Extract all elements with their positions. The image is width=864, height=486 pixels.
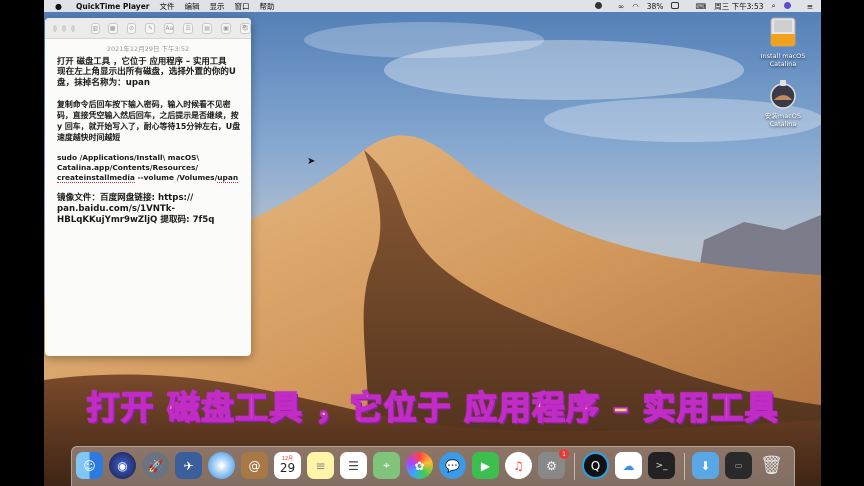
notification-badge: 1 bbox=[559, 449, 569, 459]
note-line: 复制命令后回车按下输入密码，输入时候看不见密码，直接凭空输入然后回车，之后提示是… bbox=[57, 100, 241, 142]
notes-toolbar: ▥ ▦ ⊘ ✎ Aa ☰ ▤ ▣ ☺ » bbox=[45, 18, 251, 39]
checklist-icon[interactable]: ☰ bbox=[183, 22, 194, 34]
menu-edit[interactable]: 编辑 bbox=[184, 1, 199, 12]
dock: ☺ ◉ 🚀 ✈ ✧ @ 12月 29 ≡ ☰ ⌖ ✿ 💬 ▶ ♫ ⚙ 1 Q ☁ … bbox=[71, 446, 795, 486]
delete-icon[interactable]: ⊘ bbox=[126, 22, 137, 34]
disk-image-icon bbox=[770, 17, 796, 47]
desktop-icon-label: Install macOS bbox=[760, 52, 806, 60]
note-line: 现在左上角显示出所有磁盘，选择外置的你的U盘，抹掉名称为：upan bbox=[57, 67, 236, 88]
record-icon[interactable] bbox=[594, 1, 610, 11]
calendar-icon[interactable]: 12月 29 bbox=[274, 452, 301, 479]
calendar-day: 29 bbox=[279, 461, 296, 475]
note-line: HBLqKKujYmr9wZljQ 提取码: 7f5q bbox=[57, 215, 215, 225]
command-part: sudo /Applications/Install\ macOS\ Catal… bbox=[57, 153, 200, 172]
desktop-icon-installer-app[interactable]: 安装macOS Catalina bbox=[752, 80, 814, 128]
dock-separator bbox=[684, 453, 685, 480]
catalina-installer-icon bbox=[770, 80, 796, 109]
launchpad-icon[interactable]: 🚀 bbox=[142, 452, 169, 479]
messages-icon[interactable]: 💬 bbox=[439, 452, 466, 479]
note-command: sudo /Applications/Install\ macOS\ Catal… bbox=[57, 153, 243, 183]
format-text-icon[interactable]: Aa bbox=[164, 22, 175, 34]
mouse-cursor: ➤ bbox=[307, 156, 316, 167]
screen: ● QuickTime Player 文件 编辑 显示 窗口 帮助 ∞ ◠ 38… bbox=[44, 0, 821, 486]
cc-icon[interactable]: ∞ bbox=[618, 2, 624, 11]
app-menu[interactable]: QuickTime Player bbox=[76, 2, 150, 11]
quicktime-icon[interactable]: Q bbox=[582, 452, 609, 479]
battery-text[interactable]: 38% bbox=[647, 2, 664, 11]
menu-view[interactable]: 显示 bbox=[209, 1, 224, 12]
battery-icon[interactable] bbox=[671, 1, 687, 11]
notification-center-icon[interactable]: ≡ bbox=[807, 2, 813, 11]
contacts-icon[interactable]: @ bbox=[241, 452, 268, 479]
zoom-button[interactable] bbox=[70, 24, 75, 32]
maps-icon[interactable]: ⌖ bbox=[373, 452, 400, 479]
command-part: upan bbox=[217, 173, 239, 183]
sidebar-toggle-icon[interactable]: ▥ bbox=[90, 22, 100, 34]
clock[interactable]: 周三 下午3:53 bbox=[714, 1, 763, 12]
spotlight-icon[interactable]: ⌕ bbox=[772, 1, 776, 11]
desktop-icon-install-macos[interactable]: Install macOS Catalina bbox=[752, 16, 814, 68]
note-line: 镜像文件：百度网盘链接: https:// bbox=[57, 193, 194, 203]
menu-window[interactable]: 窗口 bbox=[234, 1, 249, 12]
media-icon[interactable]: ▣ bbox=[221, 22, 231, 34]
siri-icon[interactable]: ◉ bbox=[109, 452, 136, 479]
minimize-button[interactable] bbox=[61, 24, 66, 32]
note-body[interactable]: 打开 磁盘工具 ，它位于 应用程序 – 实用工具 现在左上角显示出所有磁盘，选择… bbox=[45, 53, 251, 226]
desktop-icon-label: Catalina bbox=[769, 120, 797, 128]
notes-window: ▥ ▦ ⊘ ✎ Aa ☰ ▤ ▣ ☺ » 2021年12月29日 下午3:52 … bbox=[45, 18, 251, 356]
dock-separator bbox=[574, 453, 575, 480]
input-source-icon[interactable]: ⌨ bbox=[695, 2, 706, 11]
menu-bar: ● QuickTime Player 文件 编辑 显示 窗口 帮助 ∞ ◠ 38… bbox=[44, 0, 821, 12]
reminders-icon[interactable]: ☰ bbox=[340, 452, 367, 479]
wifi-icon[interactable]: ◠ bbox=[632, 2, 639, 11]
more-icon[interactable]: » bbox=[241, 22, 247, 32]
compose-icon[interactable]: ✎ bbox=[145, 22, 156, 34]
close-button[interactable] bbox=[53, 24, 57, 32]
notes-icon[interactable]: ≡ bbox=[307, 452, 334, 479]
table-icon[interactable]: ▤ bbox=[202, 22, 213, 34]
photos-slideshow-icon[interactable]: ✈ bbox=[175, 452, 202, 479]
menu-file[interactable]: 文件 bbox=[159, 1, 174, 12]
apple-menu-icon[interactable]: ● bbox=[55, 2, 62, 11]
note-link[interactable]: pan.baidu.com/s/1VNTk- bbox=[57, 204, 243, 215]
terminal-icon[interactable]: >_ bbox=[648, 452, 675, 479]
screenshot-stack-icon[interactable]: ▭ bbox=[725, 452, 752, 479]
siri-icon[interactable] bbox=[783, 1, 799, 11]
safari-icon[interactable]: ✧ bbox=[208, 452, 235, 479]
baidu-netdisk-icon[interactable]: ☁ bbox=[615, 452, 642, 479]
grid-view-icon[interactable]: ▦ bbox=[107, 22, 118, 34]
menu-help[interactable]: 帮助 bbox=[259, 1, 274, 12]
photos-icon[interactable]: ✿ bbox=[406, 452, 433, 479]
trash-icon[interactable]: 🗑 bbox=[758, 452, 785, 479]
desktop-icon-label: 安装macOS bbox=[764, 112, 802, 120]
note-date: 2021年12月29日 下午3:52 bbox=[106, 45, 190, 53]
system-preferences-icon[interactable]: ⚙ 1 bbox=[538, 449, 569, 479]
command-part: --volume /Volumes/ bbox=[134, 173, 218, 182]
desktop-icon-label: Catalina bbox=[769, 60, 797, 68]
facetime-icon[interactable]: ▶ bbox=[472, 452, 499, 479]
note-line: 打开 磁盘工具 ，它位于 应用程序 – 实用工具 bbox=[57, 56, 227, 66]
finder-icon[interactable]: ☺ bbox=[76, 452, 103, 479]
music-icon[interactable]: ♫ bbox=[505, 452, 532, 479]
video-subtitle: 打开 磁盘工具 ，它位于 应用程序 – 实用工具 bbox=[86, 387, 779, 428]
command-part: createinstallmedia bbox=[57, 173, 135, 183]
status-area: ∞ ◠ 38% ⌨ 周三 下午3:53 ⌕ ≡ bbox=[594, 1, 821, 12]
downloads-folder-icon[interactable]: ⬇ bbox=[692, 452, 719, 479]
